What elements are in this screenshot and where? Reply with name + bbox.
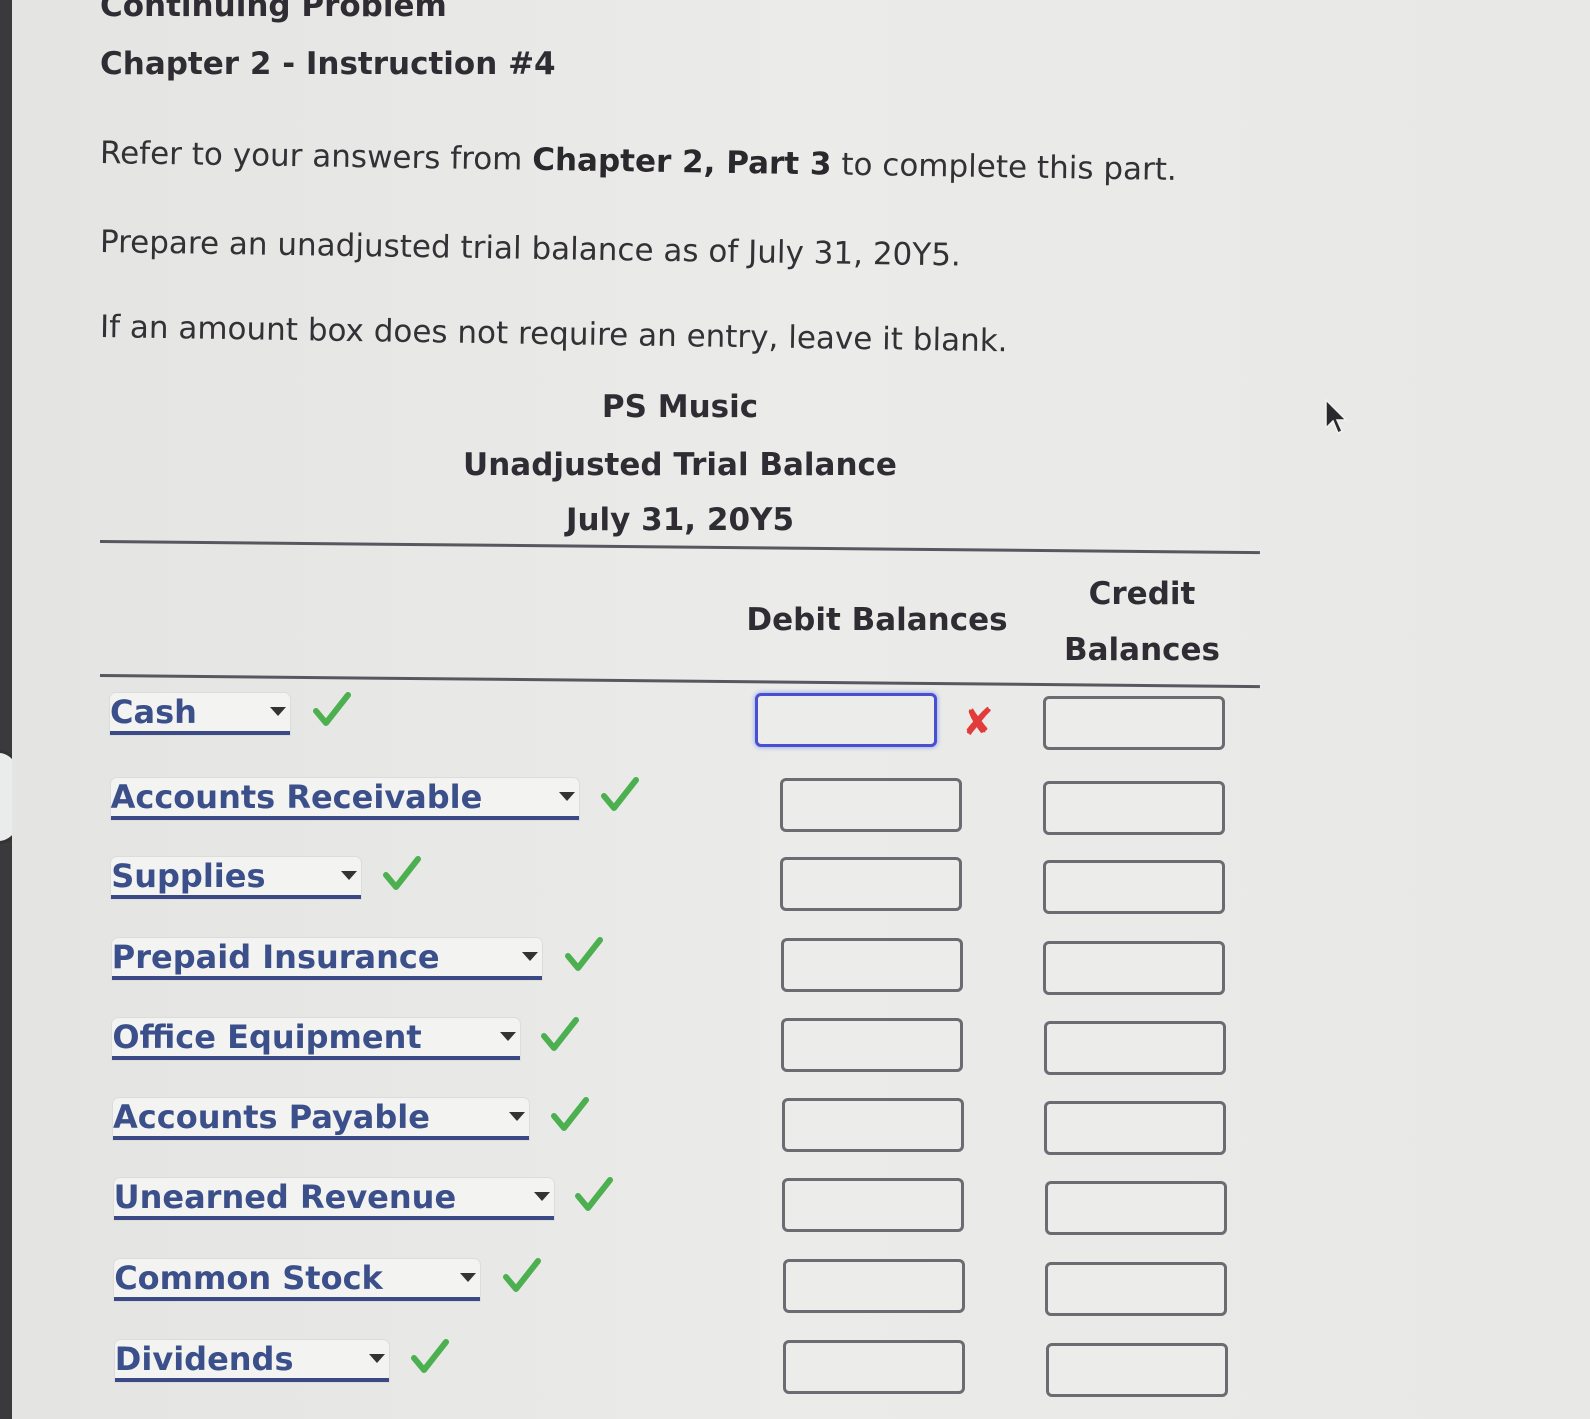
credit-amount-input[interactable]: [1046, 1343, 1228, 1397]
debit-amount-input[interactable]: [780, 778, 962, 832]
trial-balance-row: Cash ✘: [12, 692, 1312, 753]
trial-balance-row: Supplies: [12, 856, 1312, 917]
account-select[interactable]: Accounts Payable: [113, 1098, 529, 1140]
trial-balance-row: Common Stock: [12, 1258, 1312, 1319]
account-select[interactable]: Office Equipment: [112, 1018, 521, 1060]
question-page: Continuing Problem Chapter 2 - Instructi…: [12, 0, 1590, 1419]
account-select-value: Dividends: [114, 1340, 294, 1378]
caret-down-icon: [558, 792, 575, 801]
account-select[interactable]: Dividends: [114, 1340, 389, 1382]
credit-amount-input[interactable]: [1045, 1181, 1227, 1235]
caret-down-icon: [509, 1112, 525, 1121]
account-select-value: Accounts Receivable: [110, 778, 483, 816]
check-icon: [411, 1339, 449, 1373]
x-icon: ✘: [962, 700, 994, 744]
debit-amount-input[interactable]: [780, 857, 962, 911]
check-icon: [565, 937, 603, 971]
account-select[interactable]: Prepaid Insurance: [111, 938, 542, 980]
instruction-prepare: Prepare an unadjusted trial balance as o…: [99, 224, 962, 274]
check-icon: [551, 1097, 589, 1131]
credit-amount-input[interactable]: [1045, 1262, 1227, 1316]
account-select[interactable]: Accounts Receivable: [110, 778, 579, 820]
credit-amount-input[interactable]: [1043, 696, 1225, 750]
debit-amount-input[interactable]: [782, 1098, 964, 1152]
account-select-value: Unearned Revenue: [113, 1178, 457, 1216]
instruction-text: Refer to your answers from: [99, 135, 533, 178]
instruction-heading: Chapter 2 - Instruction #4: [100, 46, 556, 82]
report-title: Unadjusted Trial Balance: [463, 447, 897, 483]
credit-amount-input[interactable]: [1043, 941, 1225, 995]
header-divider: [99, 540, 1260, 555]
column-header-credit: Credit Balances: [1042, 566, 1242, 678]
trial-balance-row: Unearned Revenue: [12, 1177, 1312, 1238]
instruction-text: to complete this part.: [831, 146, 1178, 188]
check-icon: [383, 856, 421, 890]
trial-balance-row: Dividends: [12, 1339, 1312, 1400]
screen-bezel: [0, 0, 12, 1419]
account-select[interactable]: Unearned Revenue: [113, 1178, 554, 1220]
section-heading: Continuing Problem: [100, 0, 447, 24]
account-select-value: Supplies: [111, 857, 266, 895]
instruction-refer: Refer to your answers from Chapter 2, Pa…: [100, 135, 1177, 188]
debit-amount-input[interactable]: [783, 1340, 965, 1394]
check-icon: [575, 1177, 613, 1211]
caret-down-icon: [500, 1032, 517, 1041]
account-select-value: Cash: [110, 693, 197, 731]
account-select[interactable]: Supplies: [111, 857, 362, 899]
credit-amount-input[interactable]: [1043, 860, 1225, 914]
caret-down-icon: [341, 871, 358, 880]
caret-down-icon: [270, 707, 286, 716]
account-select-value: Office Equipment: [112, 1018, 422, 1056]
account-select[interactable]: Common Stock: [114, 1259, 481, 1301]
caret-down-icon: [521, 952, 538, 961]
trial-balance-row: Office Equipment: [12, 1017, 1312, 1078]
trial-balance-row: Prepaid Insurance: [12, 937, 1312, 998]
debit-amount-input[interactable]: [782, 1178, 964, 1232]
debit-amount-input[interactable]: [781, 1018, 963, 1072]
trial-balance-row: Accounts Payable: [12, 1097, 1312, 1158]
company-name: PS Music: [601, 389, 759, 425]
caret-down-icon: [533, 1192, 550, 1201]
account-select-value: Common Stock: [114, 1259, 383, 1297]
caret-down-icon: [460, 1273, 477, 1282]
debit-amount-input[interactable]: [781, 938, 963, 992]
column-header-credit-line2: Balances: [1063, 632, 1220, 668]
trial-balance-row: Accounts Receivable: [12, 777, 1312, 838]
credit-amount-input[interactable]: [1044, 1101, 1226, 1155]
account-select-value: Accounts Payable: [113, 1098, 430, 1136]
caret-down-icon: [368, 1354, 385, 1363]
instruction-blank: If an amount box does not require an ent…: [99, 309, 1008, 360]
instruction-bold: Chapter 2, Part 3: [531, 141, 832, 183]
credit-amount-input[interactable]: [1043, 781, 1225, 835]
debit-amount-input[interactable]: [783, 1259, 965, 1313]
column-header-debit: Debit Balances: [746, 602, 1008, 638]
check-icon: [313, 692, 351, 726]
column-header-credit-line1: Credit: [1088, 576, 1196, 612]
check-icon: [601, 777, 639, 811]
account-select[interactable]: Cash: [110, 693, 290, 735]
check-icon: [503, 1258, 541, 1292]
account-select-value: Prepaid Insurance: [111, 938, 440, 976]
mouse-pointer-icon: [1325, 398, 1348, 435]
credit-amount-input[interactable]: [1044, 1021, 1226, 1075]
check-icon: [541, 1017, 579, 1051]
debit-amount-input[interactable]: [755, 693, 937, 747]
report-date: July 31, 20Y5: [565, 502, 795, 538]
